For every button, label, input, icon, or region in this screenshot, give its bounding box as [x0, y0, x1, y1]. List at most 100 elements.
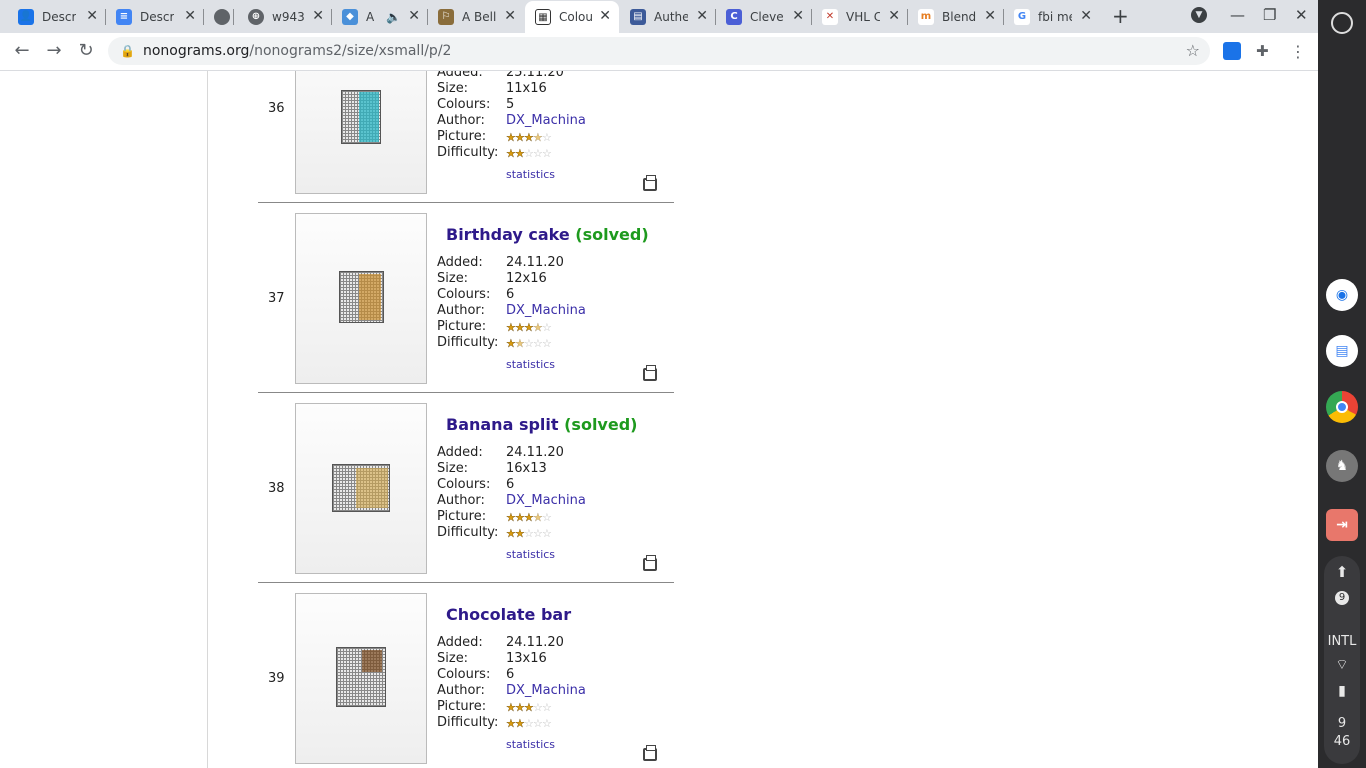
nonogram-icon: ▦: [535, 9, 551, 25]
close-icon[interactable]: ✕: [984, 8, 996, 24]
extension-globe-icon[interactable]: [1223, 42, 1241, 60]
author-link[interactable]: DX_Machina: [506, 303, 586, 319]
tab-4[interactable]: ◆ A 🔈 ✕: [332, 1, 428, 32]
close-icon[interactable]: ✕: [888, 8, 900, 24]
close-icon[interactable]: ✕: [86, 8, 98, 24]
author-label: Author:: [437, 493, 485, 508]
tab-11[interactable]: G fbi me ✕: [1004, 1, 1100, 32]
upload-icon[interactable]: ⬆: [1318, 563, 1366, 581]
content-border: [207, 71, 208, 768]
back-button[interactable]: ←: [10, 40, 34, 61]
tab-6-active[interactable]: ▦ Colou ✕: [525, 1, 619, 33]
author-link[interactable]: DX_Machina: [506, 683, 586, 699]
bookmark-star-icon[interactable]: ☆: [1186, 41, 1200, 60]
tab-1[interactable]: ≡ Descri ✕: [106, 1, 204, 32]
printer-icon[interactable]: [643, 555, 657, 571]
difficulty-label: Difficulty:: [437, 145, 499, 160]
tab-0[interactable]: 👤 Descri ✕: [8, 1, 106, 32]
tab-search-button[interactable]: ▼: [1191, 7, 1207, 23]
reload-button[interactable]: ↻: [74, 40, 98, 61]
shelf-app-docs-icon[interactable]: ▤: [1326, 335, 1358, 367]
puzzle-thumbnail[interactable]: [295, 71, 427, 194]
added-row: Added: 24.11.20: [437, 255, 586, 271]
close-window-button[interactable]: ✕: [1295, 6, 1308, 24]
picture-rating-stars: ★ ★ ★ ★ ☆: [506, 509, 552, 525]
close-icon[interactable]: ✕: [696, 8, 708, 24]
launcher-button[interactable]: [1331, 12, 1353, 34]
notification-count[interactable]: 9: [1318, 589, 1366, 605]
statistics-link[interactable]: statistics: [506, 548, 555, 561]
shelf-app-globe-icon[interactable]: ◉: [1326, 279, 1358, 311]
printer-icon[interactable]: [643, 745, 657, 761]
shelf-app-game-icon[interactable]: ♞: [1326, 450, 1358, 482]
statistics-link[interactable]: statistics: [506, 358, 555, 371]
clever-icon: C: [726, 8, 742, 25]
tab-5[interactable]: ⚐ A Bell ✕: [428, 1, 524, 32]
close-icon[interactable]: ✕: [599, 8, 611, 24]
tab-title: Descri: [140, 9, 174, 24]
difficulty-label: Difficulty:: [437, 715, 499, 730]
colours-row: Colours: 5: [437, 97, 586, 113]
colours-row: Colours: 6: [437, 477, 586, 493]
colours-value: 6: [506, 287, 515, 302]
tab-title: Clever: [750, 9, 784, 24]
puzzle-thumbnail[interactable]: [295, 403, 427, 574]
menu-kebab-icon[interactable]: ⋮: [1290, 42, 1308, 61]
added-row: Added: 24.11.20: [437, 445, 586, 461]
puzzle-title[interactable]: Birthday cake (solved): [446, 225, 649, 244]
puzzle-title-text[interactable]: Birthday cake: [446, 225, 570, 244]
close-icon[interactable]: ✕: [792, 8, 804, 24]
statistics-link[interactable]: statistics: [506, 738, 555, 751]
clock-minute[interactable]: 46: [1318, 734, 1366, 749]
clock-hour[interactable]: 9: [1318, 716, 1366, 731]
input-method-indicator[interactable]: INTL: [1318, 634, 1366, 649]
puzzle-info: Added: 25.11.20 Size: 11x16 Colours: 5 Auth…: [437, 71, 586, 161]
forward-button[interactable]: →: [42, 40, 66, 61]
puzzle-title[interactable]: Chocolate bar: [446, 605, 571, 624]
star-empty-icon: ☆: [542, 130, 552, 144]
close-icon[interactable]: ✕: [504, 8, 516, 24]
contacts-icon: 👤: [18, 8, 34, 25]
picture-label: Picture:: [437, 509, 487, 524]
puzzle-number: 38: [268, 481, 285, 496]
colours-value: 5: [506, 97, 515, 112]
printer-icon[interactable]: [643, 175, 657, 191]
colours-label: Colours:: [437, 477, 491, 492]
tab-9[interactable]: ✕ VHL C ✕: [812, 1, 908, 32]
tab-7[interactable]: ▤ Authe ✕: [620, 1, 716, 32]
colours-label: Colours:: [437, 667, 491, 682]
puzzle-thumbnail[interactable]: [295, 213, 427, 384]
author-link[interactable]: DX_Machina: [506, 493, 586, 509]
printer-icon[interactable]: [643, 365, 657, 381]
diamond-icon: ◆: [342, 8, 358, 25]
statistics-link[interactable]: statistics: [506, 168, 555, 181]
author-link[interactable]: DX_Machina: [506, 113, 586, 129]
restore-button[interactable]: ❐: [1263, 6, 1276, 24]
close-icon[interactable]: ✕: [1080, 8, 1092, 24]
size-value: 16x13: [506, 461, 547, 476]
tab-8[interactable]: C Clever ✕: [716, 1, 812, 32]
picture-row: Picture: ★ ★ ★ ★ ☆: [437, 319, 586, 335]
tab-title: Descri: [42, 9, 76, 24]
star-full-icon: ★: [506, 700, 516, 714]
close-icon[interactable]: ✕: [408, 8, 420, 24]
shelf-app-chrome-icon[interactable]: [1326, 391, 1358, 423]
browser-chrome: 👤 Descri ✕ ≡ Descri ✕ ⊕ w943 ✕ ◆ A 🔈 ✕ ⚐…: [0, 0, 1318, 71]
tab-10[interactable]: m Blend ✕: [908, 1, 1004, 32]
speaker-icon[interactable]: 🔈: [386, 10, 401, 24]
close-icon[interactable]: ✕: [184, 8, 196, 24]
star-empty-icon: ☆: [542, 146, 552, 160]
address-bar[interactable]: 🔒 nonograms.org/nonograms2/size/xsmall/p…: [108, 37, 1210, 65]
puzzle-title[interactable]: Banana split (solved): [446, 415, 637, 434]
new-tab-button[interactable]: +: [1112, 4, 1129, 28]
tab-3[interactable]: ⊕ w943 ✕: [238, 1, 332, 32]
colours-row: Colours: 6: [437, 287, 586, 303]
puzzle-title-text[interactable]: Banana split: [446, 415, 559, 434]
minimize-button[interactable]: —: [1230, 6, 1245, 24]
picture-rating-stars: ★ ★ ★ ★ ☆: [506, 129, 552, 145]
shelf-app-signin-icon[interactable]: ⇥: [1326, 509, 1358, 541]
puzzle-thumbnail[interactable]: [295, 593, 427, 764]
tab-2[interactable]: [204, 1, 234, 32]
close-icon[interactable]: ✕: [312, 8, 324, 24]
extensions-puzzle-icon[interactable]: ✚: [1256, 42, 1274, 60]
